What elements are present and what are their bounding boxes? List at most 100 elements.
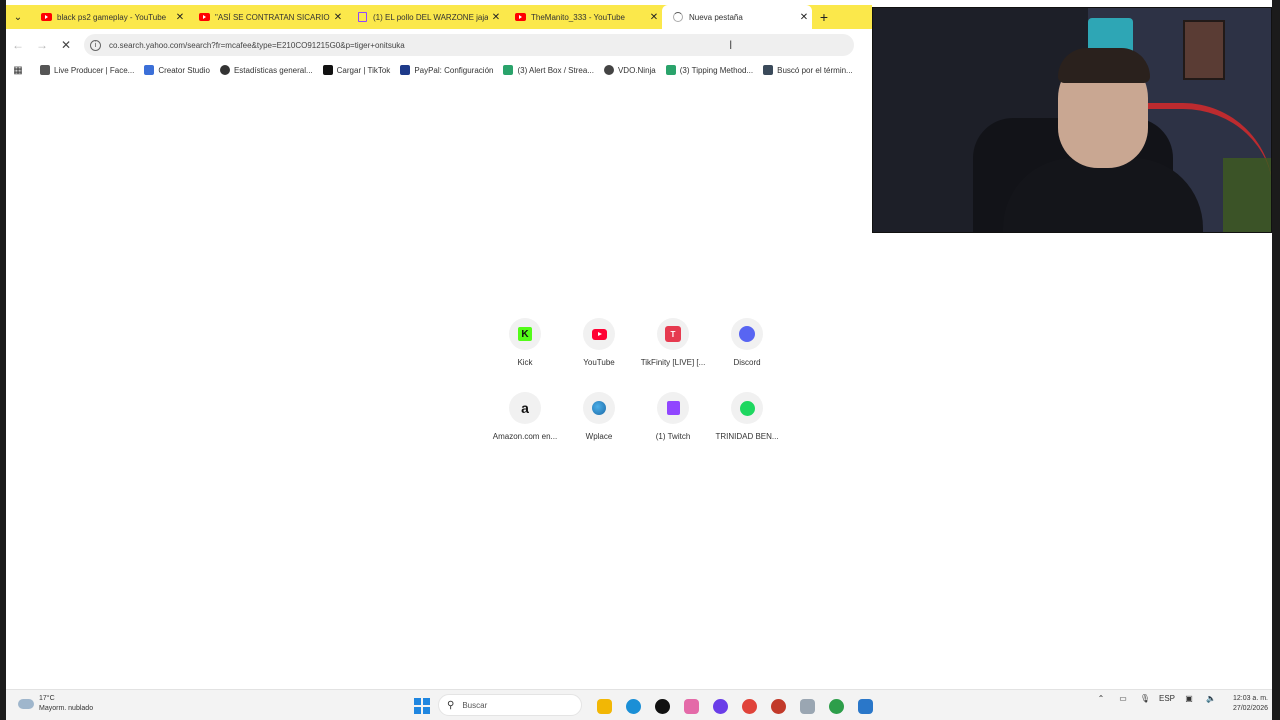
new-tab-button[interactable]: + [812, 9, 836, 25]
shortcut-label: (1) Twitch [655, 432, 691, 441]
webcam-overlay [872, 7, 1272, 233]
tab-title: (1) EL pollo DEL WARZONE jaja [373, 12, 488, 22]
chrome-dev-icon[interactable] [764, 695, 793, 717]
shortcut-tile[interactable]: Wplace [562, 392, 636, 448]
bookmarks-bar: ▦ Live Producer | Face... Creator Studio… [6, 60, 872, 80]
text-cursor-icon: I [729, 38, 733, 52]
copilot-icon[interactable] [677, 695, 706, 717]
tab-3[interactable]: TheManito_333 - YouTube ✕ [504, 5, 662, 29]
close-tab-icon[interactable]: ✕ [646, 12, 662, 23]
search-placeholder: Buscar [462, 700, 488, 710]
close-tab-icon[interactable]: ✕ [488, 12, 504, 23]
taskbar-search[interactable]: ⚲ Buscar [438, 694, 582, 716]
obs-icon[interactable] [706, 695, 735, 717]
youtube-icon [40, 11, 52, 23]
apps-grid-icon[interactable]: ▦ [6, 65, 30, 76]
bookmark-icon [40, 65, 50, 75]
shortcut-label: Amazon.com en... [492, 432, 558, 441]
amazon-icon: a [509, 392, 541, 424]
loading-icon [672, 11, 684, 23]
back-arrow-icon[interactable]: ← [6, 33, 30, 57]
twitch-icon [356, 11, 368, 23]
shortcut-tile[interactable]: a Amazon.com en... [488, 392, 562, 448]
search-icon: ⚲ [447, 699, 455, 711]
shortcut-label: YouTube [583, 358, 615, 367]
shortcut-label: Wplace [585, 432, 613, 441]
blue-app-icon[interactable] [851, 695, 880, 717]
shortcut-tile[interactable]: K Kick [488, 318, 562, 374]
shortcut-tile[interactable]: T TikFinity [LIVE] [... [636, 318, 710, 374]
weather-widget[interactable]: 17°C Mayorm. nublado [18, 694, 93, 714]
weather-desc: Mayorm. nublado [39, 705, 94, 712]
site-info-icon[interactable]: i [90, 39, 101, 51]
shortcut-tile[interactable]: Discord [710, 318, 784, 374]
streamlabs-icon [503, 65, 514, 75]
bookmark-item[interactable]: Estadísticas general... [219, 65, 313, 75]
shortcut-tile[interactable]: YouTube [562, 318, 636, 374]
vscode-icon[interactable] [793, 695, 822, 717]
tab-2[interactable]: (1) EL pollo DEL WARZONE jaja ✕ [346, 5, 504, 29]
tab-0[interactable]: black ps2 gameplay - YouTube ✕ [30, 5, 188, 29]
discord-icon [731, 318, 763, 350]
paypal-icon [400, 65, 411, 75]
bookmark-item[interactable]: Live Producer | Face... [40, 65, 134, 75]
shortcut-tile[interactable]: (1) Twitch [636, 392, 710, 448]
tab-1[interactable]: "ASÍ SE CONTRATAN SICARIOS ✕ [188, 5, 346, 29]
forward-arrow-icon[interactable]: → [30, 33, 54, 57]
network-icon[interactable]: ▣ [1178, 694, 1200, 703]
microphone-icon[interactable]: 🎙 [1134, 694, 1156, 703]
windows-start-icon[interactable] [414, 698, 430, 714]
clock[interactable]: 12:03 a. m. 27/02/2026 [1233, 694, 1268, 714]
clock-time: 12:03 a. m. [1232, 695, 1268, 702]
pinned-apps [590, 695, 880, 717]
tab-title: TheManito_333 - YouTube [531, 12, 625, 22]
shortcut-tile[interactable]: TRINIDAD BEN... [710, 392, 784, 448]
file-explorer-icon[interactable] [590, 695, 619, 717]
browser-toolbar: ← → ✕ i co.search.yahoo.com/search?fr=mc… [6, 31, 872, 59]
tab-title: Nueva pestaña [689, 12, 743, 22]
weather-temp: 17°C [39, 695, 55, 702]
address-bar[interactable]: i co.search.yahoo.com/search?fr=mcafee&t… [84, 34, 854, 56]
speaker-icon[interactable]: 🔈 [1200, 694, 1222, 703]
twitch-icon [657, 392, 689, 424]
bookmark-item[interactable]: Buscó por el términ... [763, 65, 853, 75]
streamlabs-icon [665, 65, 676, 75]
language-indicator[interactable]: ESP [1156, 694, 1178, 703]
bookmark-item[interactable]: (3) Alert Box / Strea... [503, 65, 594, 75]
tab-search-menu-icon[interactable]: ⌄ [6, 5, 30, 29]
system-tray: ⌃ ▭ 🎙 ESP ▣ 🔈 [1090, 694, 1222, 703]
globe-icon [583, 392, 615, 424]
shortcut-label: Discord [733, 358, 761, 367]
right-border [1272, 0, 1280, 720]
bookmark-item[interactable]: Creator Studio [144, 65, 210, 75]
shortcuts-grid: K Kick YouTube T TikFinity [LIVE] [... D… [488, 318, 792, 448]
stop-loading-icon[interactable]: ✕ [54, 33, 78, 57]
youtube-icon [198, 11, 210, 23]
chrome-icon[interactable] [735, 695, 764, 717]
bookmark-icon [763, 65, 774, 75]
tray-app-icon[interactable]: ▭ [1112, 694, 1134, 703]
bookmark-item[interactable]: VDO.Ninja [603, 65, 656, 75]
tab-title: black ps2 gameplay - YouTube [57, 12, 167, 22]
youtube-icon [514, 11, 526, 23]
bookmark-icon [144, 65, 155, 75]
close-tab-icon[interactable]: ✕ [796, 12, 812, 23]
bookmark-item[interactable]: PayPal: Configuración [400, 65, 493, 75]
tiktok-icon[interactable] [648, 695, 677, 717]
edge-icon[interactable] [619, 695, 648, 717]
close-tab-icon[interactable]: ✕ [330, 12, 346, 23]
tikfinity-icon: T [657, 318, 689, 350]
url-text[interactable]: co.search.yahoo.com/search?fr=mcafee&typ… [109, 41, 405, 50]
cloud-icon [18, 699, 34, 709]
vdo-ninja-icon [603, 65, 614, 75]
close-tab-icon[interactable]: ✕ [172, 12, 188, 23]
bookmark-icon [219, 65, 230, 75]
tab-strip: ⌄ black ps2 gameplay - YouTube ✕ "ASÍ SE… [6, 5, 872, 29]
tiktok-icon [322, 65, 333, 75]
chrome-active-icon[interactable] [822, 695, 851, 717]
bookmark-item[interactable]: Cargar | TikTok [322, 65, 390, 75]
chevron-up-icon[interactable]: ⌃ [1090, 694, 1112, 703]
tab-4-active[interactable]: Nueva pestaña ✕ [662, 5, 812, 29]
poster [1183, 20, 1225, 80]
bookmark-item[interactable]: (3) Tipping Method... [665, 65, 753, 75]
